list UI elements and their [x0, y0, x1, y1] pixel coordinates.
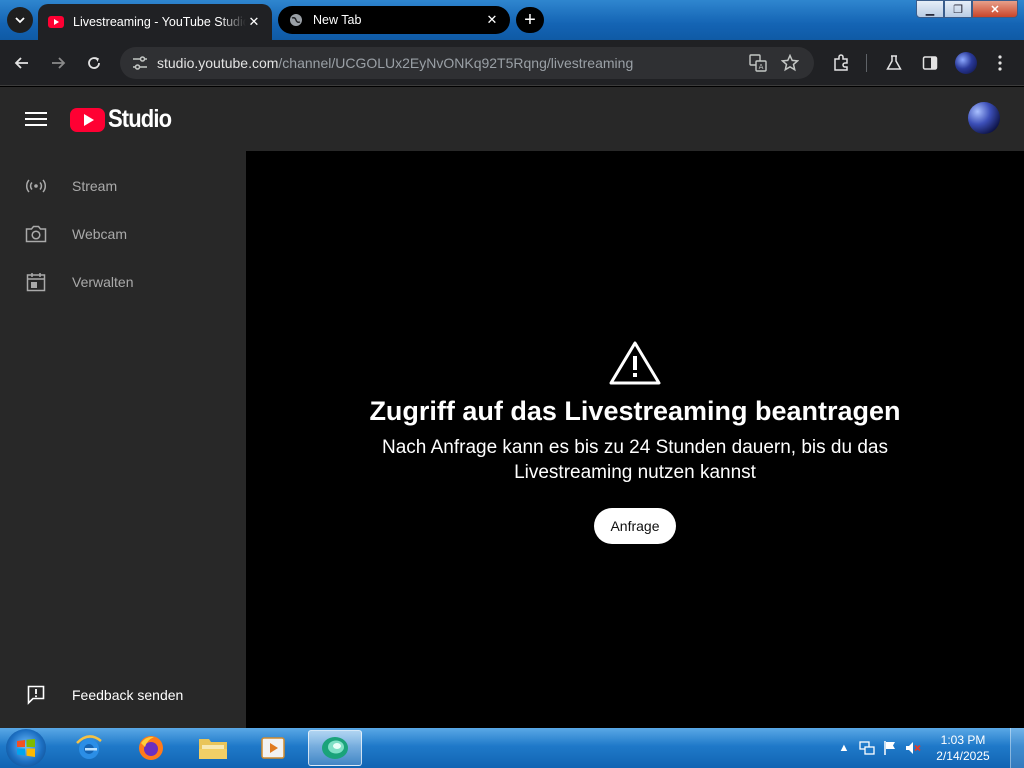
firefox-icon — [139, 736, 163, 760]
youtube-studio-logo[interactable]: Studio — [70, 105, 180, 134]
system-tray: ▲ 1:03 PM 2/14/2025 — [836, 728, 1024, 768]
tab-new-tab[interactable]: New Tab ✕ — [278, 6, 510, 34]
browser-app-icon — [322, 737, 348, 759]
maximize-button[interactable]: ❐ — [944, 0, 972, 18]
browser-profile-avatar[interactable] — [955, 52, 977, 74]
tab-search-button[interactable] — [7, 7, 33, 33]
studio-logo-text: Studio — [108, 105, 172, 133]
bookmark-star-icon[interactable] — [780, 53, 800, 73]
taskbar-file-explorer[interactable] — [186, 730, 240, 766]
sidebar-item-label: Webcam — [72, 226, 127, 242]
request-button[interactable]: Anfrage — [594, 508, 676, 544]
svg-text:A: A — [759, 63, 764, 71]
volume-muted-icon[interactable] — [905, 740, 921, 756]
arrow-left-icon — [14, 57, 28, 69]
broadcast-icon — [24, 174, 48, 198]
address-bar[interactable]: studio.youtube.com/channel/UCGOLUx2EyNvO… — [120, 47, 814, 79]
globe-icon — [288, 12, 304, 28]
tab-livestreaming[interactable]: Livestreaming - YouTube Studio ✕ — [38, 4, 272, 40]
reload-icon — [88, 57, 100, 69]
minimize-button[interactable]: ▁ — [916, 0, 944, 18]
show-desktop-button[interactable] — [1010, 728, 1024, 768]
sidebar-item-webcam[interactable]: Webcam — [0, 210, 246, 258]
site-info-icon[interactable] — [130, 53, 150, 73]
tab-title: New Tab — [313, 13, 362, 27]
clock-time: 1:03 PM — [940, 733, 986, 747]
browser-toolbar: studio.youtube.com/channel/UCGOLUx2EyNvO… — [0, 40, 1024, 86]
taskbar-chrome-active[interactable] — [308, 730, 362, 766]
minimize-icon: ▁ — [925, 3, 935, 16]
sidebar-item-label: Verwalten — [72, 274, 134, 290]
back-button[interactable] — [10, 51, 34, 75]
sidebar-item-feedback[interactable]: Feedback senden — [0, 671, 246, 719]
reload-button[interactable] — [82, 51, 106, 75]
close-tab-icon[interactable]: ✕ — [484, 12, 500, 28]
menu-hamburger-icon[interactable] — [24, 109, 48, 129]
studio-header: Studio — [0, 87, 1024, 151]
start-button[interactable] — [6, 729, 46, 767]
calendar-icon — [24, 270, 48, 294]
network-icon[interactable] — [859, 740, 875, 756]
side-panel-icon[interactable] — [920, 53, 940, 73]
system-clock[interactable]: 1:03 PM 2/14/2025 — [928, 732, 998, 764]
restore-icon: ❐ — [953, 3, 963, 16]
main-content: Zugriff auf das Livestreaming beantragen… — [246, 151, 1024, 728]
tab-title: Livestreaming - YouTube Studio — [73, 15, 246, 29]
close-tab-icon[interactable]: ✕ — [246, 14, 262, 30]
windows-logo-icon — [17, 739, 35, 757]
toolbar-separator — [866, 54, 867, 72]
sidebar-item-verwalten[interactable]: Verwalten — [0, 258, 246, 306]
action-center-flag-icon[interactable] — [882, 740, 898, 756]
tab-strip: Livestreaming - YouTube Studio ✕ New Tab… — [0, 0, 1024, 40]
taskbar-media-player[interactable] — [246, 730, 300, 766]
feedback-icon — [24, 683, 48, 707]
windows-taskbar: ▲ 1:03 PM 2/14/2025 — [0, 728, 1024, 768]
sidebar-item-stream[interactable]: Stream — [0, 162, 246, 210]
translate-icon[interactable]: A — [748, 53, 768, 73]
taskbar-internet-explorer[interactable] — [62, 730, 116, 766]
close-icon: ✕ — [990, 3, 1000, 16]
folder-icon — [199, 739, 227, 759]
clock-date: 2/14/2025 — [936, 749, 990, 763]
extensions-icon[interactable] — [831, 53, 851, 73]
media-player-icon — [261, 737, 285, 759]
url-path: /channel/UCGOLUx2EyNvONKq92T5Rqng/livest… — [278, 55, 634, 71]
labs-flask-icon[interactable] — [884, 53, 904, 73]
forward-button[interactable] — [46, 51, 70, 75]
plus-icon: + — [524, 9, 536, 31]
more-menu-icon[interactable] — [990, 53, 1010, 73]
camera-icon — [24, 222, 48, 246]
taskbar-firefox[interactable] — [124, 730, 178, 766]
chevron-down-icon — [15, 17, 25, 24]
sidebar-item-label: Feedback senden — [72, 687, 184, 703]
account-avatar[interactable] — [968, 102, 1000, 134]
page-description: Nach Anfrage kann es bis zu 24 Stunden d… — [382, 437, 888, 483]
arrow-right-icon — [52, 57, 66, 69]
sidebar-item-label: Stream — [72, 178, 118, 194]
close-window-button[interactable]: ✕ — [972, 0, 1018, 18]
youtube-favicon-icon — [48, 14, 64, 30]
new-tab-button[interactable]: + — [516, 7, 544, 33]
warning-icon — [609, 341, 661, 385]
url-text: studio.youtube.com/channel/UCGOLUx2EyNvO… — [157, 55, 633, 71]
internet-explorer-icon — [76, 735, 102, 759]
url-host: studio.youtube.com — [157, 55, 279, 71]
page-headline: Zugriff auf das Livestreaming beantragen — [369, 396, 901, 426]
show-hidden-icons-icon[interactable]: ▲ — [836, 740, 852, 756]
window-controls: ▁ ❐ ✕ — [916, 0, 1018, 18]
sidebar: Stream Webcam Verwalten Feedback senden — [0, 151, 246, 728]
youtube-play-logo-icon — [70, 107, 105, 132]
